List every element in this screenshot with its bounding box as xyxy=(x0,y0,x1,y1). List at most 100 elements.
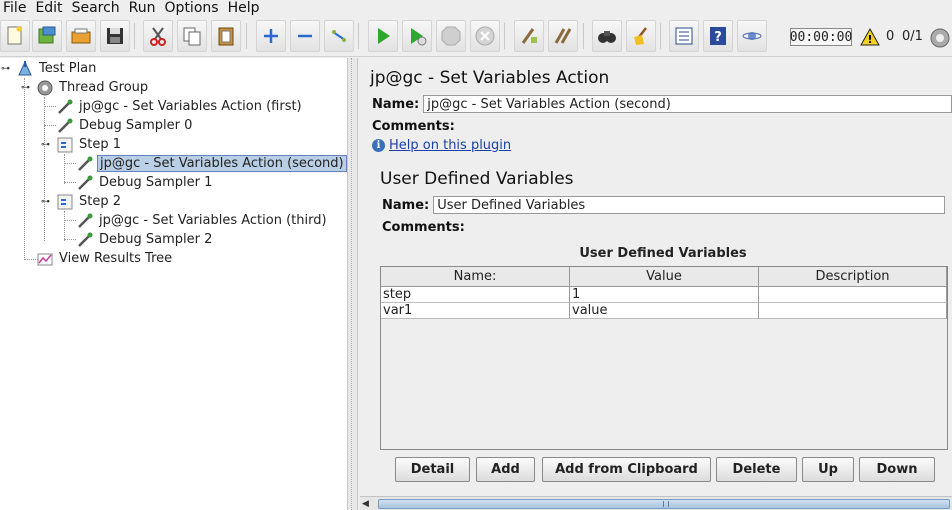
tree-toggle-thread-group[interactable]: ⊶ xyxy=(21,83,30,93)
name-row: Name: jp@gc - Set Variables Action (seco… xyxy=(372,94,952,114)
scrollbar-thumb[interactable] xyxy=(378,499,950,509)
column-header-name[interactable]: Name: xyxy=(381,267,570,286)
variables-table-caption: User Defined Variables xyxy=(579,246,747,261)
paste-button[interactable] xyxy=(211,20,241,52)
tree-toggle-step-1[interactable]: ⊶ xyxy=(41,140,50,150)
down-button[interactable]: Down xyxy=(859,457,935,482)
clear-icon xyxy=(521,28,537,44)
tree-item-test-plan[interactable]: Test Plan xyxy=(16,59,98,78)
table-row[interactable]: var1 value xyxy=(381,303,947,319)
sampler-icon xyxy=(56,98,74,116)
comments-field[interactable] xyxy=(458,117,952,135)
panel-title: jp@gc - Set Variables Action xyxy=(370,68,610,88)
menu-search[interactable]: Search xyxy=(69,0,126,16)
up-button[interactable]: Up xyxy=(802,457,854,482)
help-icon: ? xyxy=(710,27,726,45)
add-from-clipboard-button[interactable]: Add from Clipboard xyxy=(542,457,711,482)
udv-comments-label: Comments: xyxy=(382,219,465,235)
clear-button[interactable] xyxy=(514,20,544,52)
menu-options[interactable]: Options xyxy=(162,0,225,16)
sampler-icon xyxy=(76,155,94,173)
tree-item-set-vars-second[interactable]: jp@gc - Set Variables Action (second) xyxy=(76,154,347,173)
cell-value[interactable]: 1 xyxy=(570,287,759,303)
test-plan-icon xyxy=(16,60,34,78)
templates-icon xyxy=(38,26,56,44)
clear-all-button[interactable] xyxy=(548,20,578,52)
tree-item-debug-sampler-2[interactable]: Debug Sampler 2 xyxy=(76,230,214,249)
cell-value[interactable]: value xyxy=(570,303,759,319)
toolbar: ? 00:00:00 ! 0 0/1 xyxy=(0,17,952,57)
name-field[interactable]: jp@gc - Set Variables Action (second) xyxy=(423,95,952,113)
menu-file[interactable]: File xyxy=(0,0,32,16)
tree-item-set-vars-third[interactable]: jp@gc - Set Variables Action (third) xyxy=(76,211,329,230)
tree-item-step-2[interactable]: Step 2 xyxy=(56,192,123,211)
help-row: i Help on this plugin xyxy=(372,138,511,153)
cell-name[interactable]: var1 xyxy=(381,303,570,319)
sampler-icon xyxy=(76,231,94,249)
open-button[interactable] xyxy=(66,20,96,52)
start-no-pause-button[interactable] xyxy=(402,20,432,52)
shutdown-icon xyxy=(475,26,495,46)
cell-description[interactable] xyxy=(759,303,947,319)
new-icon xyxy=(7,26,22,45)
sampler-icon xyxy=(76,174,94,192)
remote-button[interactable] xyxy=(737,20,767,52)
table-row[interactable]: step 1 xyxy=(381,287,947,303)
udv-comments-field[interactable] xyxy=(468,218,948,236)
test-plan-tree: ⊶ ⊶ ⊶ ⊶ Test Plan Thread Group jp@gc - S… xyxy=(0,58,347,510)
search-button[interactable] xyxy=(592,20,622,52)
new-button[interactable] xyxy=(0,20,30,52)
menu-run[interactable]: Run xyxy=(126,0,162,16)
cut-button[interactable] xyxy=(143,20,173,52)
thread-count: 0/1 xyxy=(902,29,923,44)
listener-icon xyxy=(36,250,54,268)
detail-button[interactable]: Detail xyxy=(395,457,470,482)
tree-toggle-step-2[interactable]: ⊶ xyxy=(41,197,50,207)
status-gear-icon xyxy=(930,28,950,48)
save-button[interactable] xyxy=(100,20,130,52)
start-button[interactable] xyxy=(368,20,398,52)
svg-text:!: ! xyxy=(867,33,872,46)
udv-title: User Defined Variables xyxy=(380,169,574,189)
reset-search-button[interactable] xyxy=(626,20,656,52)
scroll-left-icon[interactable]: ◀ xyxy=(362,499,369,509)
horizontal-scrollbar[interactable]: ◀ xyxy=(360,496,952,510)
tree-item-debug-sampler-1[interactable]: Debug Sampler 1 xyxy=(76,173,214,192)
templates-button[interactable] xyxy=(32,20,62,52)
column-header-value[interactable]: Value xyxy=(570,267,759,286)
toggle-button[interactable] xyxy=(324,20,354,52)
tree-toggle-test-plan[interactable]: ⊶ xyxy=(1,64,10,74)
function-helper-button[interactable] xyxy=(669,20,699,52)
cell-name[interactable]: step xyxy=(381,287,570,303)
comments-row: Comments: xyxy=(372,116,952,136)
shutdown-button[interactable] xyxy=(470,20,500,52)
udv-name-label: Name: xyxy=(382,197,430,213)
gear-icon xyxy=(36,79,54,97)
menu-help[interactable]: Help xyxy=(225,0,266,16)
column-header-description[interactable]: Description xyxy=(759,267,947,286)
help-link[interactable]: Help on this plugin xyxy=(389,138,511,153)
comments-label: Comments: xyxy=(372,118,455,134)
tree-item-thread-group[interactable]: Thread Group xyxy=(36,78,150,97)
menu-edit[interactable]: Edit xyxy=(32,0,68,16)
copy-button[interactable] xyxy=(177,20,207,52)
tree-item-set-vars-first[interactable]: jp@gc - Set Variables Action (first) xyxy=(56,97,304,116)
udv-name-field[interactable]: User Defined Variables xyxy=(433,196,946,214)
expand-icon xyxy=(264,29,278,43)
expand-button[interactable] xyxy=(256,20,286,52)
tree-item-step-1[interactable]: Step 1 xyxy=(56,135,123,154)
elapsed-timer: 00:00:00 xyxy=(789,28,853,46)
panel-splitter[interactable] xyxy=(347,58,358,510)
tree-item-debug-sampler-0[interactable]: Debug Sampler 0 xyxy=(56,116,194,135)
element-editor-panel: jp@gc - Set Variables Action Name: jp@gc… xyxy=(358,58,952,510)
delete-button[interactable]: Delete xyxy=(716,457,797,482)
stop-button[interactable] xyxy=(436,20,466,52)
cell-description[interactable] xyxy=(759,287,947,303)
tree-item-view-results-tree[interactable]: View Results Tree xyxy=(36,249,174,268)
collapse-icon xyxy=(298,34,312,38)
help-button[interactable]: ? xyxy=(703,20,733,52)
collapse-button[interactable] xyxy=(290,20,320,52)
variables-table[interactable]: Name: Value Description step 1 var1 valu… xyxy=(380,266,948,450)
warning-icon[interactable]: ! xyxy=(860,28,880,46)
add-button[interactable]: Add xyxy=(476,457,535,482)
